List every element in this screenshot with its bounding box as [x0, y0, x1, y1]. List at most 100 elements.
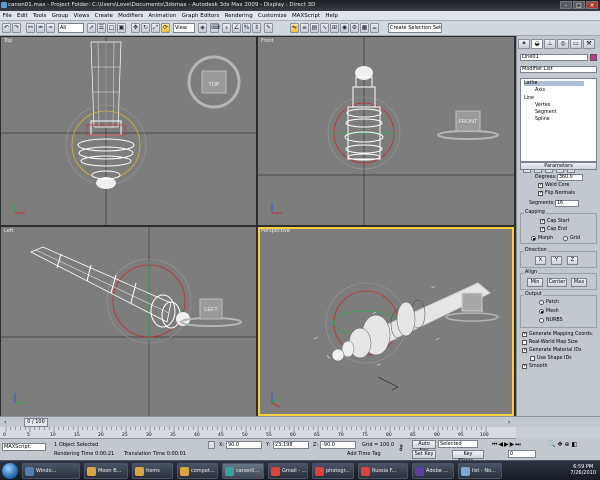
- display-tab-icon[interactable]: ▭: [570, 39, 582, 49]
- nurbs-radio[interactable]: [539, 318, 544, 323]
- select-by-name-icon[interactable]: ☰: [97, 23, 106, 33]
- named-selection-set-dropdown[interactable]: Create Selection Set: [388, 23, 442, 33]
- curve-editor-icon[interactable]: ∿: [320, 23, 329, 33]
- mirror-icon[interactable]: ⇋: [290, 23, 299, 33]
- window-crossing-icon[interactable]: ▣: [117, 23, 126, 33]
- auto-key-button[interactable]: Auto Key: [412, 440, 436, 454]
- maxscript-listener[interactable]: MAXScript.: [2, 443, 46, 451]
- align-max-button[interactable]: Max: [571, 278, 587, 287]
- minimize-button[interactable]: –: [560, 1, 572, 9]
- key-icon[interactable]: ⚷: [398, 443, 404, 452]
- select-rotate-icon[interactable]: ↻: [141, 23, 150, 33]
- viewport-left[interactable]: Left LEFT: [1, 227, 256, 416]
- flip-normals-checkbox[interactable]: ✓: [538, 191, 543, 196]
- viewport-front[interactable]: Front FRONT: [258, 37, 514, 225]
- time-slider-thumb[interactable]: 0 / 100: [24, 418, 48, 427]
- y-coordinate-field[interactable]: 23.198: [273, 441, 309, 449]
- stack-item-spline[interactable]: Spline: [535, 117, 550, 122]
- selection-filter-dropdown[interactable]: All: [58, 23, 84, 33]
- real-world-map-checkbox[interactable]: [522, 340, 527, 345]
- angle-snap-icon[interactable]: ∠: [232, 23, 241, 33]
- maximize-button[interactable]: □: [573, 1, 585, 9]
- menu-customize[interactable]: Customize: [255, 11, 289, 21]
- selected-dropdown[interactable]: Selected: [438, 440, 478, 448]
- menu-graph-editors[interactable]: Graph Editors: [179, 11, 222, 21]
- menu-maxscript[interactable]: MAXScript: [289, 11, 322, 21]
- menu-animation[interactable]: Animation: [146, 11, 179, 21]
- modify-tab-icon[interactable]: ◒: [531, 39, 543, 49]
- start-button[interactable]: [2, 463, 18, 479]
- use-shape-ids-checkbox[interactable]: [530, 356, 535, 361]
- hierarchy-tab-icon[interactable]: ⊥: [544, 39, 556, 49]
- taskbar-item[interactable]: photogr...: [312, 463, 354, 479]
- taskbar-item[interactable]: Gmail - ...: [268, 463, 308, 479]
- menu-create[interactable]: Create: [92, 11, 115, 21]
- degrees-spinner[interactable]: 360.0: [557, 174, 583, 181]
- slider-prev-icon[interactable]: ‹: [4, 419, 6, 426]
- cap-start-checkbox[interactable]: ✓: [540, 219, 545, 224]
- layer-manager-icon[interactable]: ▤: [310, 23, 319, 33]
- snap-toggle-icon[interactable]: ₃: [222, 23, 231, 33]
- taskbar-item[interactable]: list - No...: [458, 463, 502, 479]
- render-setup-icon[interactable]: ⚙: [350, 23, 359, 33]
- create-tab-icon[interactable]: ✶: [518, 39, 530, 49]
- mesh-radio[interactable]: [539, 309, 544, 314]
- align-icon[interactable]: ≡: [300, 23, 309, 33]
- select-object-icon[interactable]: ➚: [87, 23, 96, 33]
- track-bar[interactable]: 0 5 10 15 20 25 30 35 40 45 50 55 60 65 …: [0, 427, 516, 439]
- slider-next-icon[interactable]: ›: [508, 419, 510, 426]
- bind-space-warp-icon[interactable]: ≈: [46, 23, 55, 33]
- object-color-swatch[interactable]: [590, 54, 597, 61]
- x-coordinate-field[interactable]: 90.0: [226, 441, 262, 449]
- taskbar-item[interactable]: Windo...: [22, 463, 80, 479]
- menu-edit[interactable]: Edit: [14, 11, 30, 21]
- viewcube-front-label[interactable]: FRONT: [459, 119, 479, 125]
- viewport-navigation-icons[interactable]: 🔍✥⊕◧: [548, 441, 579, 448]
- rendered-frame-icon[interactable]: ▦: [360, 23, 369, 33]
- direction-z-button[interactable]: Z: [567, 256, 578, 265]
- schematic-view-icon[interactable]: ⊞: [330, 23, 339, 33]
- parameters-rollout-header[interactable]: Parameters: [520, 162, 597, 170]
- reference-coordinate-dropdown[interactable]: View: [173, 23, 195, 33]
- segments-spinner[interactable]: 16: [555, 200, 579, 207]
- current-frame-field[interactable]: 0: [508, 450, 536, 458]
- taskbar-item[interactable]: canon0...: [222, 463, 264, 479]
- spinner-snap-icon[interactable]: ⇕: [252, 23, 261, 33]
- select-move-icon[interactable]: ✥: [131, 23, 140, 33]
- stack-item-vertex[interactable]: Vertex: [535, 103, 550, 108]
- taskbar-item[interactable]: compet...: [177, 463, 218, 479]
- taskbar-item[interactable]: Adobe ...: [412, 463, 454, 479]
- add-time-tag[interactable]: Add Time Tag: [347, 451, 381, 457]
- select-link-icon[interactable]: ⚯: [26, 23, 35, 33]
- viewport-top[interactable]: Top TOP: [1, 37, 256, 225]
- generate-material-ids-checkbox[interactable]: ✓: [522, 348, 527, 353]
- rectangular-selection-icon[interactable]: □: [107, 23, 116, 33]
- playback-controls[interactable]: ⏮◀▶▶⏭: [492, 441, 522, 449]
- taskbar-item[interactable]: Russia F...: [358, 463, 408, 479]
- menu-group[interactable]: Group: [49, 11, 71, 21]
- viewcube-top-label[interactable]: TOP: [208, 82, 220, 88]
- lock-selection-icon[interactable]: [208, 441, 215, 449]
- menu-rendering[interactable]: Rendering: [222, 11, 255, 21]
- weld-core-checkbox[interactable]: ✓: [538, 183, 543, 188]
- percent-snap-icon[interactable]: %: [242, 23, 251, 33]
- object-name-field[interactable]: Line01: [520, 54, 588, 61]
- pivot-center-icon[interactable]: ◈: [198, 23, 207, 33]
- key-filters-button[interactable]: Key Filters...: [452, 450, 484, 464]
- quick-render-icon[interactable]: ☕: [370, 23, 379, 33]
- align-center-button[interactable]: Center: [547, 278, 567, 287]
- select-manipulate-icon[interactable]: ⟳: [161, 23, 170, 33]
- stack-item-axis[interactable]: Axis: [535, 88, 545, 93]
- menu-modifiers[interactable]: Modifiers: [116, 11, 146, 21]
- menu-file[interactable]: File: [0, 11, 14, 21]
- select-scale-icon[interactable]: ⤢: [151, 23, 160, 33]
- undo-icon[interactable]: ↶: [2, 23, 11, 33]
- z-coordinate-field[interactable]: -90.0: [320, 441, 356, 449]
- cap-end-checkbox[interactable]: ✓: [540, 227, 545, 232]
- menu-tools[interactable]: Tools: [30, 11, 49, 21]
- motion-tab-icon[interactable]: ◎: [557, 39, 569, 49]
- taskbar-item[interactable]: items: [132, 463, 173, 479]
- align-min-button[interactable]: Min: [527, 278, 543, 287]
- direction-y-button[interactable]: Y: [551, 256, 562, 265]
- morph-radio[interactable]: [531, 236, 536, 241]
